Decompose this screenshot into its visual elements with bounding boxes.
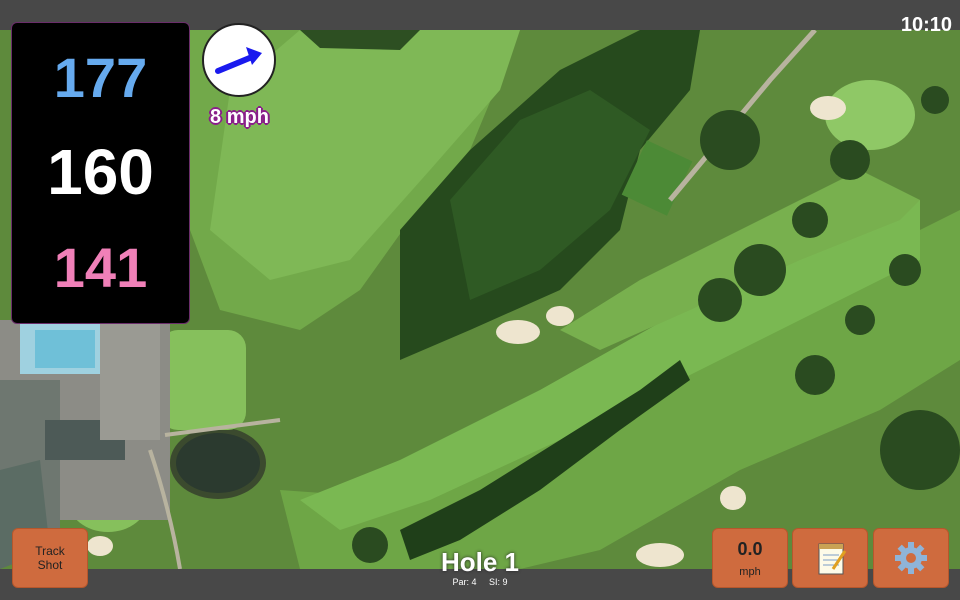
hole-info: Par: 4 SI: 9: [380, 577, 580, 587]
notepad-icon: [818, 543, 847, 575]
distance-middle: 160: [47, 136, 154, 208]
arrow-icon: [215, 47, 262, 74]
hole-title: Hole 1: [440, 547, 520, 577]
wind-direction-indicator: [202, 23, 276, 97]
hole-par: Par: 4: [452, 577, 477, 587]
notes-button[interactable]: [792, 528, 868, 588]
gear-icon: [895, 542, 927, 574]
distance-back: 177: [53, 46, 148, 109]
speed-unit: mph: [739, 566, 761, 578]
speed-button[interactable]: 0.0 mph: [712, 528, 788, 588]
speed-value: 0.0: [737, 539, 763, 559]
track-shot-label: Track Shot: [35, 544, 65, 572]
distance-panel: 177 160 141: [11, 22, 190, 324]
status-clock: 10:10: [900, 14, 952, 36]
wind-speed-label: 8 mph: [210, 106, 269, 128]
track-shot-button[interactable]: Track Shot: [12, 528, 88, 588]
settings-button[interactable]: [873, 528, 949, 588]
distance-front: 141: [53, 236, 148, 299]
hole-stroke-index: SI: 9: [489, 577, 508, 587]
